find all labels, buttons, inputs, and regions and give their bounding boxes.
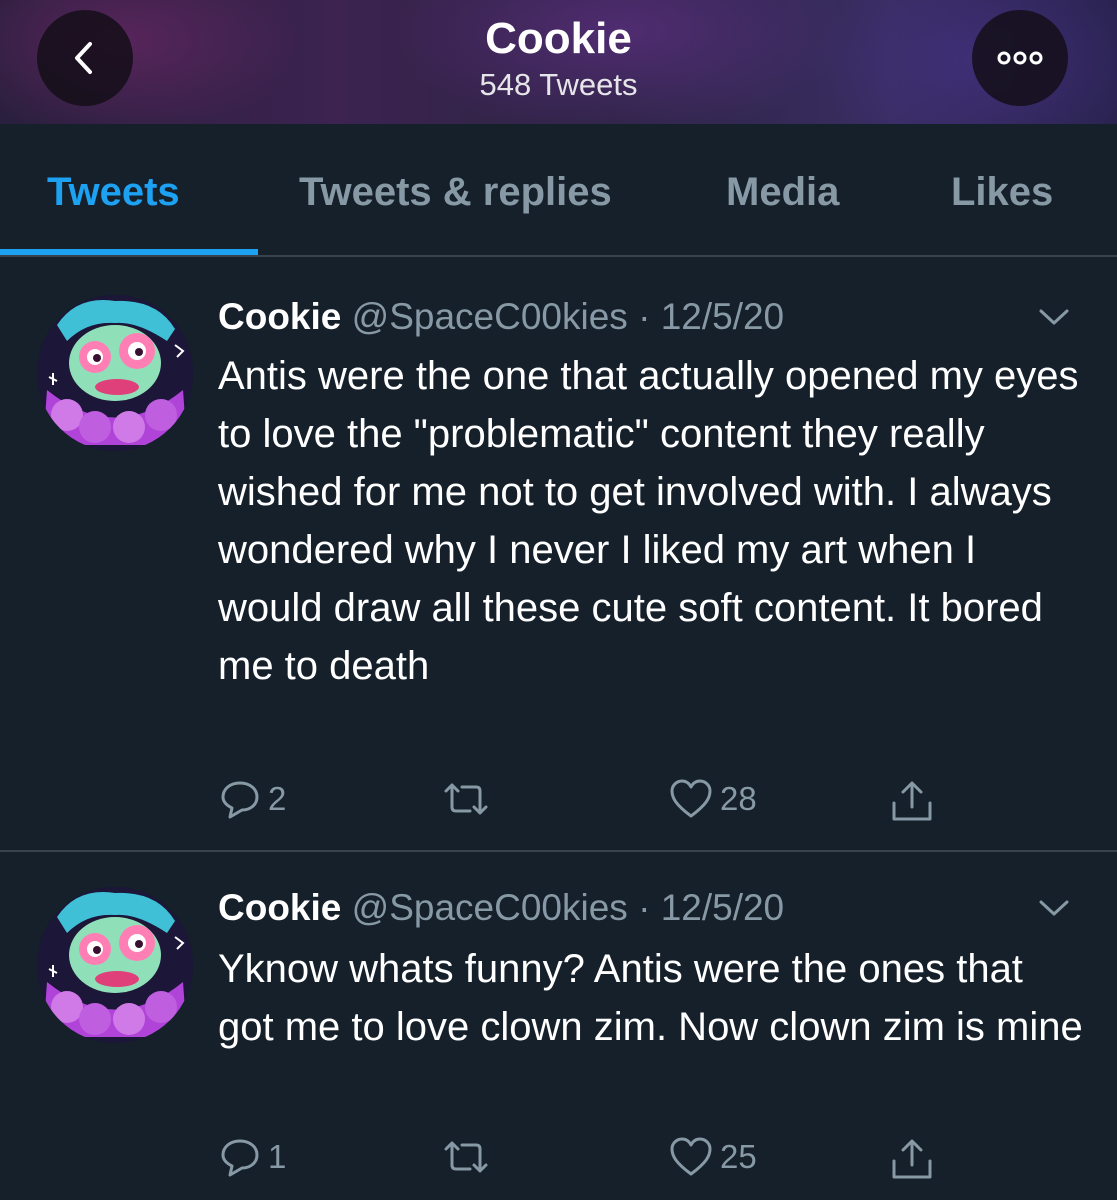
like-count: 25 (720, 1138, 757, 1175)
profile-title: Cookie (485, 14, 632, 63)
clown-avatar-image (37, 295, 193, 451)
tweet[interactable]: Cookie @SpaceC00kies · 12/5/20 Antis wer… (0, 257, 1117, 852)
reply-button[interactable]: 2 (218, 777, 286, 821)
retweet-icon (444, 1141, 488, 1173)
tab-tweets[interactable]: Tweets (47, 168, 180, 216)
tweet-date[interactable]: 12/5/20 (661, 887, 784, 928)
like-count: 28 (720, 780, 757, 817)
clown-avatar-image (37, 887, 193, 1043)
reply-count: 2 (268, 780, 287, 817)
tweet-handle[interactable]: @SpaceC00kies (352, 296, 628, 337)
retweet-icon (444, 783, 488, 815)
reply-button[interactable]: 1 (218, 1135, 286, 1179)
retweet-button[interactable] (440, 1135, 498, 1179)
profile-header: Cookie 548 Tweets (0, 0, 1117, 124)
tweet-header: Cookie @SpaceC00kies · 12/5/20 (218, 886, 784, 930)
more-button[interactable] (972, 10, 1068, 106)
retweet-button[interactable] (440, 777, 498, 821)
tweet-handle[interactable]: @SpaceC00kies (352, 887, 628, 928)
share-icon (892, 781, 932, 821)
tweet-date[interactable]: 12/5/20 (661, 296, 784, 337)
profile-tabs: Tweets Tweets & replies Media Likes (0, 124, 1117, 257)
tab-likes[interactable]: Likes (951, 168, 1053, 216)
share-button[interactable] (888, 777, 936, 825)
chevron-down-icon[interactable] (1036, 896, 1072, 920)
tweet-count: 548 Tweets (479, 67, 638, 102)
heart-icon (670, 1137, 712, 1176)
meta-separator: · (638, 296, 651, 337)
share-icon (892, 1139, 932, 1179)
meta-separator: · (638, 887, 651, 928)
reply-icon (221, 1139, 259, 1177)
avatar[interactable] (37, 887, 193, 1043)
tweet-text: Antis were the one that actually opened … (218, 354, 1079, 688)
tweet-author-name[interactable]: Cookie (218, 296, 341, 337)
tweet-text: Yknow whats funny? Antis were the ones t… (218, 947, 1083, 1049)
tweet-author-name[interactable]: Cookie (218, 887, 341, 928)
avatar[interactable] (37, 295, 193, 451)
like-button[interactable]: 28 (668, 777, 757, 821)
chevron-down-icon[interactable] (1036, 305, 1072, 329)
tweet[interactable]: Cookie @SpaceC00kies · 12/5/20 Yknow wha… (0, 852, 1117, 1200)
share-button[interactable] (888, 1135, 936, 1183)
more-dots-icon (997, 51, 1043, 65)
tab-media[interactable]: Media (726, 168, 839, 216)
reply-icon (221, 781, 259, 819)
reply-count: 1 (268, 1138, 287, 1175)
tweet-header: Cookie @SpaceC00kies · 12/5/20 (218, 295, 784, 339)
tab-tweets-replies[interactable]: Tweets & replies (299, 168, 612, 216)
heart-icon (670, 779, 712, 818)
like-button[interactable]: 25 (668, 1135, 757, 1179)
